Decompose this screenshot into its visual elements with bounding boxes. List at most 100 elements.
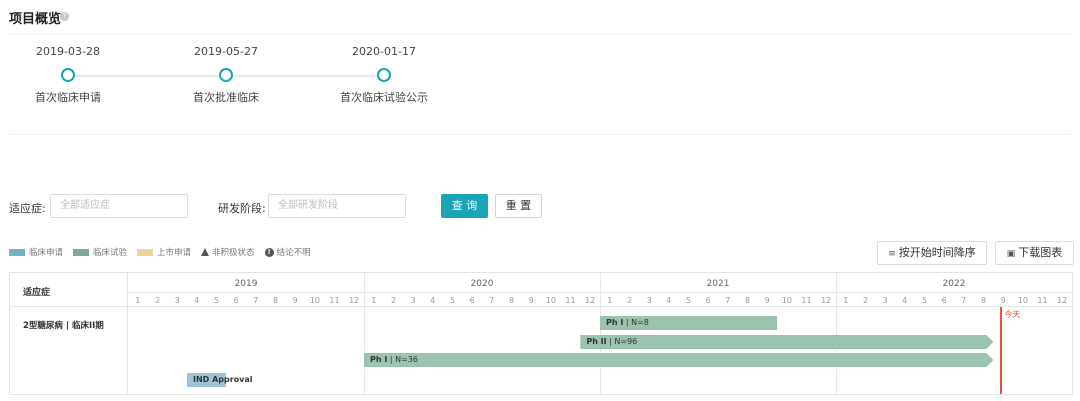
bar-sample-size: | N=36 (387, 355, 418, 364)
month-label: 6 (469, 296, 475, 305)
legend-item-market-application: 上市申请 (137, 246, 191, 258)
milestone-label: 首次临床申请 (35, 91, 101, 104)
gantt-bar[interactable]: IND Approval (187, 373, 253, 387)
month-label: 4 (666, 296, 672, 305)
divider (9, 34, 1071, 35)
legend-item-inactive: 非积极状态 (201, 246, 255, 258)
month-label: 10 (545, 296, 556, 305)
indication-label: 适应症: (9, 202, 46, 215)
legend-label: 临床申请 (29, 248, 64, 258)
month-label: 4 (902, 296, 908, 305)
month-label: 10 (781, 296, 792, 305)
milestone-date: 2020-01-17 (352, 45, 416, 58)
row-label: 2型糖尿病 | 临床II期 (23, 321, 104, 331)
download-icon: ▣ (1006, 249, 1016, 259)
gantt-bar[interactable]: Ph I | N=8 (600, 316, 777, 330)
legend-item-clinical-trial: 临床试验 (73, 246, 127, 258)
gantt-bar[interactable]: Ph I | N=36 (364, 353, 993, 367)
year-label: 2021 (706, 279, 730, 289)
bar-phase: Ph II (586, 337, 607, 346)
milestone-first-approval: 2019-05-27 首次批准临床 (151, 44, 301, 105)
bar-phase: IND Approval (193, 375, 253, 384)
month-label: 1 (371, 296, 377, 305)
milestone-first-application: 2019-03-28 首次临床申请 (0, 44, 143, 105)
month-label: 2 (862, 296, 869, 305)
month-label: 4 (194, 296, 200, 305)
page-title: 项目概览 (9, 12, 62, 27)
month-label: 7 (725, 296, 731, 305)
month-label: 6 (941, 296, 947, 305)
month-label: 6 (705, 296, 711, 305)
bar-phase: Ph I (370, 355, 388, 364)
month-label: 5 (685, 296, 692, 305)
bar-sample-size: | N=96 (606, 337, 638, 346)
milestone-label: 首次临床试验公示 (340, 91, 428, 104)
gantt-chart: 适应症 2型糖尿病 | 临床II期 2019 1 2 3 4 5 6 7 8 9 10 11 12 202… (9, 272, 1073, 395)
month-label: 9 (528, 296, 534, 305)
indication-select[interactable]: 全部适应症 (50, 194, 188, 218)
legend-label: 临床试验 (93, 248, 128, 258)
reset-button[interactable]: 重 置 (495, 194, 542, 218)
swatch-icon (73, 248, 90, 256)
help-icon[interactable]: ? (60, 12, 69, 21)
month-label: 5 (921, 296, 928, 305)
year-label: 2020 (470, 279, 494, 289)
milestone-label: 首次批准临床 (193, 91, 259, 104)
swatch-icon (137, 248, 154, 256)
gantt-label-column: 适应症 2型糖尿病 | 临床II期 (10, 273, 128, 394)
month-label: 11 (801, 296, 812, 305)
legend-label: 上市申请 (157, 248, 192, 258)
month-label: 11 (565, 296, 576, 305)
year-label: 2019 (234, 279, 258, 289)
month-label: 3 (410, 296, 416, 305)
search-button[interactable]: 查 询 (441, 194, 488, 218)
month-label: 10 (1017, 296, 1028, 305)
download-chart-button[interactable]: ▣ 下载图表 (995, 241, 1074, 265)
year-gridline (600, 273, 601, 394)
bar-phase: Ph I (606, 318, 624, 327)
year-gridline (364, 273, 365, 394)
legend-item-unclear: ! 结论不明 (264, 246, 311, 258)
month-label: 4 (430, 296, 436, 305)
milestone-dot-icon (219, 68, 233, 82)
month-label: 10 (309, 296, 320, 305)
month-label: 1 (843, 296, 849, 305)
gantt-bar[interactable]: Ph II | N=96 (580, 335, 993, 349)
today-label: 今天 (1004, 310, 1021, 319)
month-label: 8 (744, 296, 751, 305)
month-label: 8 (272, 296, 279, 305)
header-divider (10, 306, 1072, 307)
divider (9, 134, 1071, 135)
legend-item-clinical-application: 临床申请 (9, 246, 63, 258)
month-label: 5 (449, 296, 456, 305)
milestone-dot-icon (61, 68, 75, 82)
month-label: 2 (154, 296, 161, 305)
exclamation-icon: ! (264, 247, 274, 257)
month-label: 6 (233, 296, 239, 305)
swatch-icon (9, 248, 25, 256)
month-label: 7 (253, 296, 259, 305)
month-label: 9 (292, 296, 298, 305)
milestone-date: 2019-05-27 (194, 45, 258, 58)
sort-label: 按开始时间降序 (898, 246, 976, 259)
month-label: 2 (390, 296, 397, 305)
year-label: 2022 (942, 279, 966, 289)
month-label: 9 (1000, 296, 1006, 305)
month-label: 12 (821, 296, 832, 305)
month-label: 5 (213, 296, 220, 305)
legend-label: 非积极状态 (212, 248, 255, 258)
month-label: 1 (607, 296, 613, 305)
month-label: 1 (135, 296, 141, 305)
month-label: 7 (489, 296, 495, 305)
legend: 临床申请 临床试验 上市申请 非积极状态 ! 结论不明 (9, 246, 321, 258)
sort-icon: ≡ (888, 249, 896, 259)
month-label: 9 (764, 296, 770, 305)
month-label: 12 (349, 296, 360, 305)
column-header: 适应症 (23, 288, 51, 298)
milestone-first-trial-publication: 2020-01-17 首次临床试验公示 (309, 44, 459, 105)
month-label: 3 (882, 296, 888, 305)
month-label: 12 (1057, 296, 1068, 305)
month-label: 8 (508, 296, 515, 305)
stage-select[interactable]: 全部研发阶段 (268, 194, 406, 218)
sort-button[interactable]: ≡ 按开始时间降序 (877, 241, 987, 265)
